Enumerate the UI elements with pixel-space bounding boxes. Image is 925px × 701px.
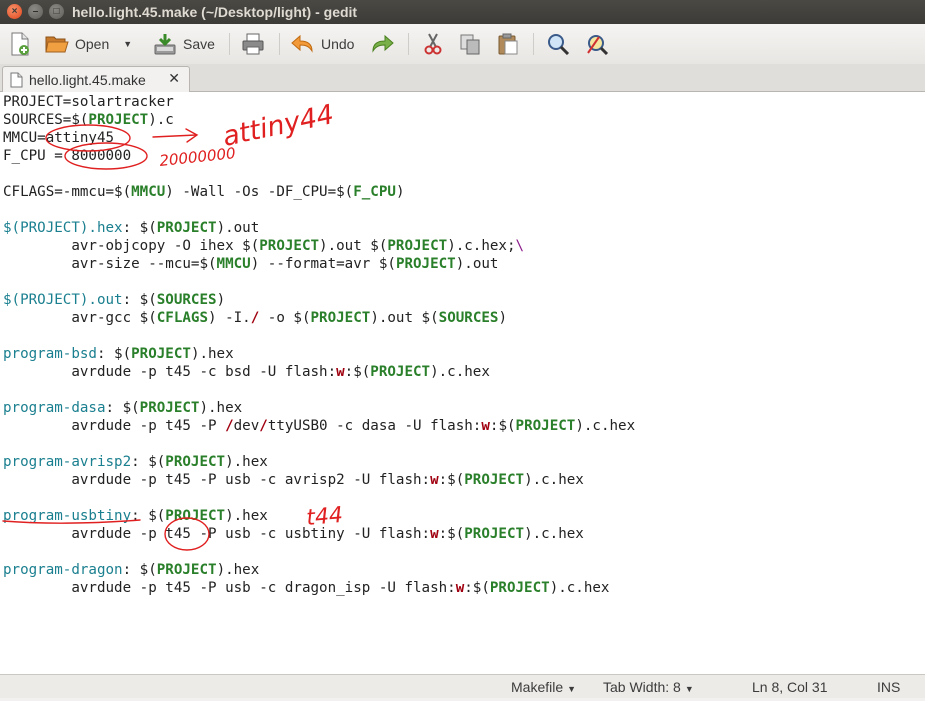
window-title: hello.light.45.make (~/Desktop/light) - … [72,4,358,20]
tab-hello-light-45-make[interactable]: hello.light.45.make ✕ [2,66,190,93]
cut-button[interactable] [421,30,445,58]
find-replace-icon [587,35,609,55]
open-folder-icon [45,36,69,53]
find-button[interactable] [546,30,570,58]
title-bar: × – □ hello.light.45.make (~/Desktop/lig… [0,0,925,24]
text-editor[interactable]: PROJECT=solartracker SOURCES=$(PROJECT).c… [0,92,925,674]
new-document-icon [11,32,29,56]
new-document-button[interactable] [9,30,31,58]
tab-label: hello.light.45.make [29,72,146,88]
code-line: avrdude -p t45 -P usb -c avrisp2 -U flas… [3,472,584,488]
open-button[interactable]: Open ▼ [45,30,132,58]
chevron-down-icon: ▼ [684,684,694,694]
code-line: $(PROJECT).out: $(SOURCES) [3,292,226,308]
code-line: program-usbtiny: $(PROJECT).hex [3,508,268,524]
paste-clipboard-icon [498,33,518,55]
code-line: avr-objcopy -O ihex $(PROJECT).out $(PRO… [3,238,525,254]
status-bar: Makefile ▼ Tab Width: 8 ▼ Ln 8, Col 31 INS [0,674,925,698]
print-button[interactable] [241,30,265,58]
tab-width-selector[interactable]: Tab Width: 8 ▼ [603,675,694,701]
insert-mode-indicator: INS [877,679,901,695]
cursor-position: Ln 8, Col 31 [752,679,828,695]
find-replace-button[interactable] [585,30,609,58]
code-line: MMCU=attiny45 [3,130,115,146]
redo-arrow-icon [372,34,394,53]
code-line: avr-size --mcu=$(MMCU) --format=avr $(PR… [3,256,499,272]
code-line: avr-gcc $(CFLAGS) -I./ -o $(PROJECT).out… [3,310,507,326]
maximize-window-button[interactable]: □ [49,4,64,19]
code-line: program-avrisp2: $(PROJECT).hex [3,454,268,470]
toolbar-separator [279,33,280,55]
code-line: PROJECT=solartracker [3,94,174,110]
search-icon [548,34,570,55]
minimize-window-button[interactable]: – [28,4,43,19]
copy-icon [460,34,480,55]
document-tab-strip: hello.light.45.make ✕ [0,64,925,93]
code-line: program-bsd: $(PROJECT).hex [3,346,234,362]
save-icon [154,34,176,55]
toolbar-separator [533,33,534,55]
toolbar-separator [229,33,230,55]
tab-width-label: Tab Width: 8 [603,679,681,695]
chevron-down-icon: ▼ [567,684,577,694]
code-line: avrdude -p t45 -P /dev/ttyUSB0 -c dasa -… [3,418,636,434]
code-line: program-dragon: $(PROJECT).hex [3,562,260,578]
close-tab-icon[interactable]: ✕ [168,70,180,87]
document-icon [10,72,23,88]
code-line: avrdude -p t45 -c bsd -U flash:w:$(PROJE… [3,364,490,380]
code-line: CFLAGS=-mmcu=$(MMCU) -Wall -Os -DF_CPU=$… [3,184,405,200]
toolbar: Open ▼ Save Undo [0,24,925,64]
copy-button[interactable] [458,30,482,58]
undo-button-label: Undo [321,36,355,52]
code-line: $(PROJECT).hex: $(PROJECT).out [3,220,260,236]
save-button[interactable]: Save [153,30,215,58]
code-line: F_CPU = 8000000 [3,148,132,164]
language-selector[interactable]: Makefile ▼ [511,675,576,701]
undo-arrow-icon [291,34,313,53]
code-line: SOURCES=$(PROJECT).c [3,112,174,128]
print-icon [242,33,264,55]
code-line: program-dasa: $(PROJECT).hex [3,400,243,416]
close-window-button[interactable]: × [7,4,22,19]
redo-button[interactable] [370,30,394,58]
toolbar-separator [408,33,409,55]
language-label: Makefile [511,679,564,695]
code-line: avrdude -p t45 -P usb -c dragon_isp -U f… [3,580,610,596]
save-button-label: Save [183,36,215,52]
code-line: avrdude -p t45 -P usb -c usbtiny -U flas… [3,526,584,542]
open-button-label: Open [75,36,110,52]
undo-button[interactable]: Undo [291,30,354,58]
open-dropdown-chevron-icon[interactable]: ▼ [123,39,132,49]
scissors-icon [424,33,442,55]
paste-button[interactable] [496,30,520,58]
